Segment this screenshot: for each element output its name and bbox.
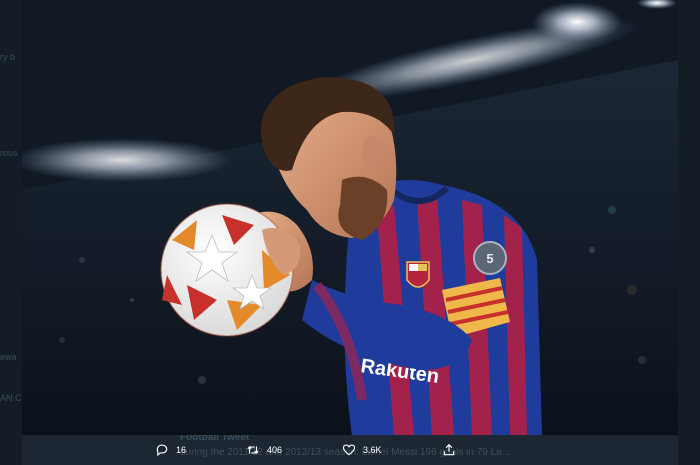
stadium-light	[22, 138, 232, 182]
background-right-column	[678, 0, 700, 465]
reply-button[interactable]: 16	[155, 443, 186, 457]
ball	[160, 203, 294, 337]
like-button[interactable]: 3.6K	[342, 443, 382, 457]
heart-icon	[342, 444, 356, 456]
like-count: 3.6K	[363, 445, 382, 455]
ucl-badge-number: 5	[486, 251, 493, 266]
share-icon	[443, 443, 454, 456]
tweet-action-bar: 16 406 3.6K	[22, 435, 678, 465]
stadium-light	[532, 2, 622, 42]
photo-illustration: 5 Rakuten	[22, 0, 678, 435]
retweet-count: 406	[267, 445, 283, 455]
reply-count: 16	[176, 445, 187, 455]
background-fragment: AN CI	[0, 393, 22, 403]
tweet-photo[interactable]: 5 Rakuten	[22, 0, 678, 435]
background-left-column: ry b rous ewa AN CI	[0, 0, 22, 465]
share-button[interactable]	[442, 443, 456, 457]
background-fragment: ewa	[0, 352, 17, 362]
retweet-button[interactable]: 406	[246, 443, 282, 457]
retweet-icon	[247, 445, 259, 455]
reply-icon	[156, 444, 168, 457]
background-fragment: ry b	[0, 52, 16, 62]
background-fragment: rous	[0, 148, 18, 158]
